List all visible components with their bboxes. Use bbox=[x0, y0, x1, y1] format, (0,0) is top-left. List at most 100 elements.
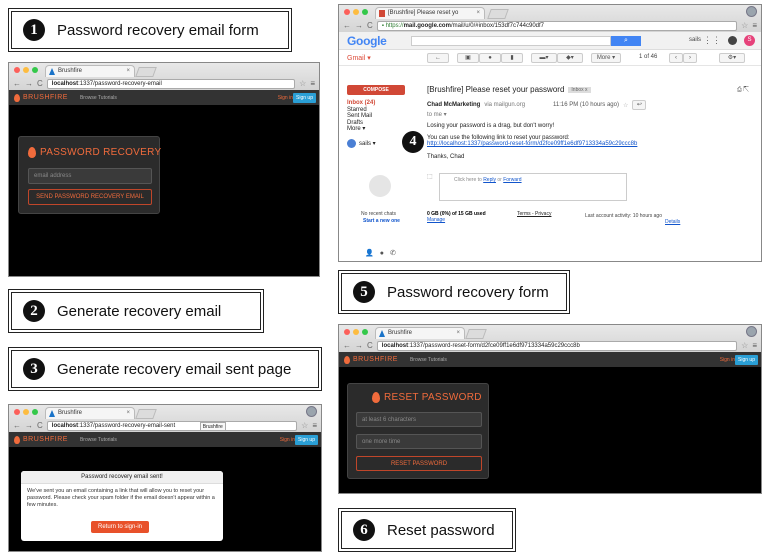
menu-icon[interactable]: ≡ bbox=[752, 21, 757, 30]
user-name[interactable]: sails bbox=[689, 37, 701, 43]
back-icon[interactable]: ← bbox=[13, 79, 21, 88]
print-icon[interactable]: ⎙ ⇱ bbox=[737, 87, 749, 94]
browse-tutorials-link[interactable]: Browse Tutorials bbox=[80, 95, 117, 101]
menu-icon[interactable]: ≡ bbox=[310, 79, 315, 88]
sign-in-link[interactable]: Sign in bbox=[720, 357, 735, 363]
menu-icon[interactable]: ≡ bbox=[752, 341, 757, 350]
brand-logo[interactable]: BRUSHFIRE bbox=[14, 435, 68, 444]
recipient[interactable]: to me ▾ bbox=[427, 111, 753, 118]
apps-grid-icon[interactable]: ⋮⋮ bbox=[703, 35, 721, 46]
back-icon[interactable]: ← bbox=[13, 421, 21, 430]
reload-icon[interactable]: C bbox=[367, 21, 373, 30]
reload-icon[interactable]: C bbox=[37, 421, 43, 430]
reply-link[interactable]: Reply bbox=[483, 177, 496, 183]
new-tab-button[interactable] bbox=[135, 67, 157, 77]
forward-icon[interactable]: → bbox=[25, 421, 33, 430]
reply-button[interactable]: ↩ bbox=[632, 100, 647, 110]
avatar[interactable]: S bbox=[744, 35, 755, 46]
bookmark-star-icon[interactable]: ☆ bbox=[301, 421, 308, 430]
nav-arrows[interactable]: ← → C bbox=[13, 421, 43, 430]
terms-privacy-link[interactable]: Terms - Privacy bbox=[517, 211, 551, 217]
address-bar[interactable]: localhost:1337/password-reset-form/d2fce… bbox=[376, 340, 738, 351]
profile-icon[interactable] bbox=[746, 6, 757, 17]
sidebar-item-sent[interactable]: Sent Mail bbox=[347, 113, 417, 120]
bookmark-star-icon[interactable]: ☆ bbox=[741, 341, 748, 350]
sign-in-link[interactable]: Sign in bbox=[278, 95, 293, 101]
address-bar[interactable]: localhost:1337/password-recovery-email-s… bbox=[46, 420, 298, 431]
close-tab-icon[interactable]: × bbox=[476, 8, 480, 19]
older-button[interactable]: › bbox=[683, 53, 697, 63]
close-tab-icon[interactable]: × bbox=[126, 408, 130, 419]
forward-icon[interactable]: → bbox=[25, 79, 33, 88]
chat-user[interactable]: sails ▾ bbox=[359, 140, 376, 147]
new-tab-button[interactable] bbox=[465, 329, 487, 339]
menu-icon[interactable]: ≡ bbox=[312, 421, 317, 430]
delete-button[interactable]: ▮ bbox=[501, 53, 523, 63]
browser-tab[interactable]: [Brushfire] Please reset yo × bbox=[375, 7, 485, 19]
reload-icon[interactable]: C bbox=[37, 79, 43, 88]
reset-password-button[interactable]: RESET PASSWORD bbox=[356, 456, 482, 471]
new-password-input[interactable]: at least 6 characters bbox=[356, 412, 482, 427]
notifications-icon[interactable] bbox=[728, 36, 737, 45]
archive-button[interactable]: ▣ bbox=[457, 53, 479, 63]
address-bar[interactable]: localhost:1337/password-recovery-email bbox=[46, 78, 296, 89]
address-bar[interactable]: ▪ https://mail.google.com/mail/u/0/#inbo… bbox=[376, 20, 738, 31]
new-tab-button[interactable] bbox=[135, 409, 157, 419]
sign-up-button[interactable]: Sign up bbox=[735, 355, 758, 365]
star-icon[interactable]: ☆ bbox=[623, 102, 628, 109]
sign-up-button[interactable]: Sign up bbox=[295, 435, 318, 445]
browser-tab[interactable]: Brushfire × bbox=[45, 65, 135, 77]
browse-tutorials-link[interactable]: Browse Tutorials bbox=[80, 437, 117, 443]
close-tab-icon[interactable]: × bbox=[456, 328, 460, 339]
sidebar-item-starred[interactable]: Starred bbox=[347, 107, 417, 114]
confirm-password-input[interactable]: one more time bbox=[356, 434, 482, 449]
window-controls[interactable] bbox=[14, 409, 38, 415]
report-spam-button[interactable]: ● bbox=[479, 53, 501, 63]
labels-button[interactable]: ◆▾ bbox=[557, 53, 583, 63]
sign-up-button[interactable]: Sign up bbox=[293, 93, 316, 103]
reload-icon[interactable]: C bbox=[367, 341, 373, 350]
send-recovery-email-button[interactable]: SEND PASSWORD RECOVERY EMAIL bbox=[28, 189, 152, 205]
window-controls[interactable] bbox=[344, 329, 368, 335]
forward-icon[interactable]: → bbox=[355, 341, 363, 350]
email-input[interactable]: email address bbox=[28, 168, 152, 184]
google-logo[interactable]: Google bbox=[347, 34, 387, 48]
brand-logo[interactable]: BRUSHFIRE bbox=[344, 355, 398, 364]
bookmark-star-icon[interactable]: ☆ bbox=[299, 79, 306, 88]
sender-name[interactable]: Chad McMarketing bbox=[427, 102, 480, 108]
back-icon[interactable]: ← bbox=[343, 21, 351, 30]
settings-gear-icon[interactable]: ⚙▾ bbox=[719, 53, 745, 63]
search-button[interactable]: ⌕ bbox=[611, 36, 641, 46]
profile-icon[interactable] bbox=[306, 406, 317, 417]
forward-icon[interactable]: → bbox=[355, 21, 363, 30]
browse-tutorials-link[interactable]: Browse Tutorials bbox=[410, 357, 447, 363]
back-to-inbox-button[interactable]: ← bbox=[427, 53, 449, 63]
start-new-chat-link[interactable]: Start a new one bbox=[363, 218, 400, 224]
search-input[interactable] bbox=[411, 36, 611, 46]
window-controls[interactable] bbox=[14, 67, 38, 73]
chat-footer-icons[interactable]: 👤●✆ bbox=[365, 249, 402, 257]
nav-arrows[interactable]: ← → C bbox=[13, 79, 43, 88]
bookmark-star-icon[interactable]: ☆ bbox=[741, 21, 748, 30]
sign-in-link[interactable]: Sign in bbox=[280, 437, 295, 443]
move-to-button[interactable]: ▬▾ bbox=[531, 53, 557, 63]
profile-icon[interactable] bbox=[746, 326, 757, 337]
reply-box[interactable]: Click here to Reply or Forward bbox=[439, 173, 627, 201]
return-to-sign-in-button[interactable]: Return to sign-in bbox=[91, 521, 149, 533]
inbox-tag[interactable]: Inbox x bbox=[568, 86, 591, 93]
newer-button[interactable]: ‹ bbox=[669, 53, 683, 63]
nav-arrows[interactable]: ← → C bbox=[343, 21, 373, 30]
sidebar-item-inbox[interactable]: Inbox (24) bbox=[347, 100, 417, 107]
more-button[interactable]: More ▾ bbox=[591, 53, 621, 63]
back-icon[interactable]: ← bbox=[343, 341, 351, 350]
forward-link[interactable]: Forward bbox=[503, 177, 521, 183]
reset-password-link[interactable]: http://localhost:1337/password-reset-for… bbox=[427, 141, 753, 147]
nav-arrows[interactable]: ← → C bbox=[343, 341, 373, 350]
gmail-menu[interactable]: Gmail ▾ bbox=[347, 54, 371, 62]
brand-logo[interactable]: BRUSHFIRE bbox=[14, 93, 68, 102]
browser-tab[interactable]: Brushfire × bbox=[45, 407, 135, 419]
details-link[interactable]: Details bbox=[665, 219, 680, 225]
new-tab-button[interactable] bbox=[487, 9, 509, 19]
sidebar-item-drafts[interactable]: Drafts bbox=[347, 120, 417, 127]
browser-tab[interactable]: Brushfire × bbox=[375, 327, 465, 339]
